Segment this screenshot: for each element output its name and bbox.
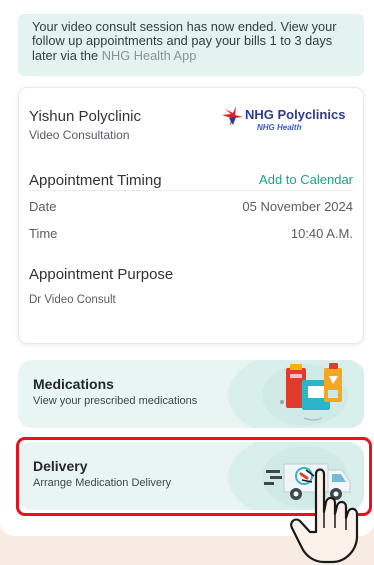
medications-tile[interactable]: Medications View your prescribed medicat… (18, 360, 364, 428)
consult-ended-banner: Your video consult session has now ended… (18, 14, 364, 76)
medication-boxes-icon (280, 363, 342, 421)
nhg-health-app-link[interactable]: NHG Health App (102, 48, 197, 63)
time-value: 10:40 A.M. (290, 226, 353, 241)
nhg-star-icon (222, 106, 243, 126)
appointment-purpose-heading: Appointment Purpose (29, 266, 174, 283)
date-value: 05 November 2024 (242, 199, 353, 214)
appointment-card: Yishun Polyclinic Video Consultation NHG… (18, 87, 364, 344)
nhg-polyclinics-logo: NHG Polyclinics NHG Health (221, 104, 361, 134)
time-label: Time (29, 226, 58, 241)
logo-subtext: NHG Health (257, 123, 302, 132)
medications-subtitle: View your prescribed medications (33, 395, 198, 407)
appointment-timing-heading: Appointment Timing (29, 172, 162, 189)
divider (29, 190, 353, 191)
logo-text: NHG Polyclinics (245, 107, 346, 122)
clinic-name: Yishun Polyclinic (29, 108, 141, 125)
date-label: Date (29, 199, 57, 214)
consultation-type: Video Consultation (29, 128, 130, 142)
add-to-calendar-link[interactable]: Add to Calendar (259, 172, 353, 187)
medications-title: Medications (33, 376, 114, 392)
pointing-hand-icon (290, 468, 359, 564)
appointment-purpose-value: Dr Video Consult (29, 294, 116, 306)
